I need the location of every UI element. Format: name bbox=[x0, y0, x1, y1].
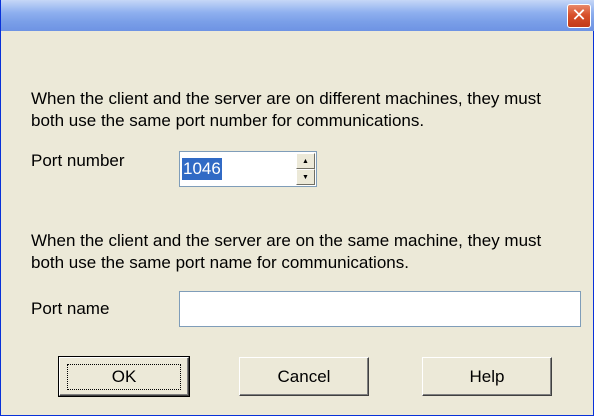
close-icon[interactable]: ✕ bbox=[567, 4, 591, 28]
port-name-description: When the client and the server are on th… bbox=[31, 231, 542, 272]
port-name-label: Port name bbox=[31, 299, 110, 318]
title-bar[interactable]: ✕ bbox=[1, 0, 594, 31]
arrow-up-icon: ▲ bbox=[302, 157, 309, 165]
spinner-buttons: ▲ ▼ bbox=[296, 153, 315, 185]
arrow-down-icon: ▼ bbox=[302, 173, 309, 181]
help-button[interactable]: Help bbox=[422, 357, 552, 396]
spin-up-button[interactable]: ▲ bbox=[296, 153, 315, 169]
port-number-value[interactable]: 1046 bbox=[182, 158, 222, 180]
port-number-label: Port number bbox=[31, 151, 125, 170]
cancel-button[interactable]: Cancel bbox=[239, 357, 369, 396]
spin-down-button[interactable]: ▼ bbox=[296, 169, 315, 185]
port-number-description: When the client and the server are on di… bbox=[31, 89, 541, 130]
ok-button-label: OK bbox=[66, 363, 182, 390]
ok-button[interactable]: OK bbox=[58, 356, 190, 397]
port-settings-dialog: ✕ When the client and the server are on … bbox=[0, 0, 594, 416]
port-number-stepper[interactable]: 1046 ▲ ▼ bbox=[179, 151, 317, 187]
port-name-field[interactable] bbox=[179, 291, 581, 327]
